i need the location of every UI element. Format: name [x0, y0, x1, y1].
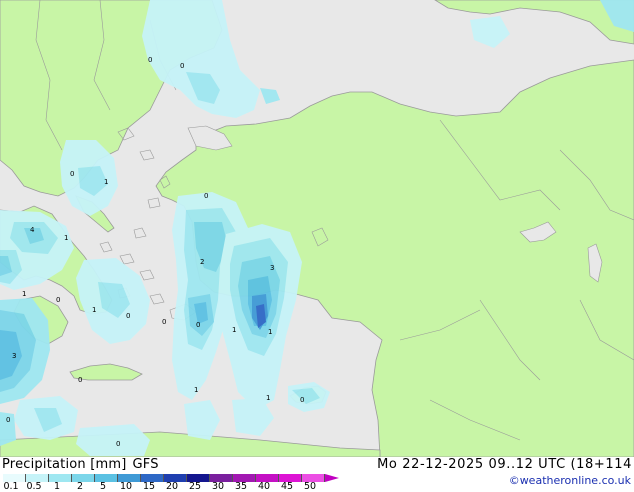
map-label: 0 — [126, 312, 130, 320]
map-label: 0 — [196, 321, 200, 329]
map-label: 2 — [200, 258, 204, 266]
legend-swatch — [95, 474, 118, 482]
legend-arrow — [325, 474, 339, 482]
model-label: GFS — [132, 457, 159, 472]
map-label: 0 — [148, 56, 152, 64]
map-label: 1 — [22, 290, 26, 298]
legend-swatch — [49, 474, 72, 482]
precipitation-map: 0 0 0 1 4 1 1 0 0 0 2 3 1 0 0 1 1 3 0 1 … — [0, 0, 634, 457]
map-label: 0 — [70, 170, 74, 178]
map-label: 1 — [194, 386, 198, 394]
legend-swatch — [72, 474, 95, 482]
map-label: 0 — [162, 318, 166, 326]
map-label: 1 — [92, 306, 96, 314]
footer-bar: Precipitation [mm] GFS Mo 22-12-2025 09..… — [0, 457, 634, 491]
map-label: 1 — [64, 234, 68, 242]
map-label: 0 — [300, 396, 304, 404]
map-label: 1 — [266, 394, 270, 402]
product-label: Precipitation [mm] — [2, 457, 127, 472]
map-label: 1 — [104, 178, 108, 186]
map-label: 4 — [30, 226, 35, 234]
product-title: Precipitation [mm] GFS — [2, 457, 159, 472]
map-label: 0 — [56, 296, 60, 304]
map-label: 0 — [180, 62, 184, 70]
map-label: 0 — [6, 416, 10, 424]
credit-link[interactable]: ©weatheronline.co.uk — [509, 474, 631, 487]
map-label: 3 — [270, 264, 274, 272]
map-label: 0 — [78, 376, 82, 384]
valid-datetime: Mo 22-12-2025 09..12 UTC (18+114 — [377, 457, 632, 472]
map-label: 1 — [232, 326, 236, 334]
map-label: 1 — [268, 328, 272, 336]
map-label: 0 — [204, 192, 208, 200]
map-label: 3 — [12, 352, 16, 360]
map-label: 0 — [116, 440, 120, 448]
